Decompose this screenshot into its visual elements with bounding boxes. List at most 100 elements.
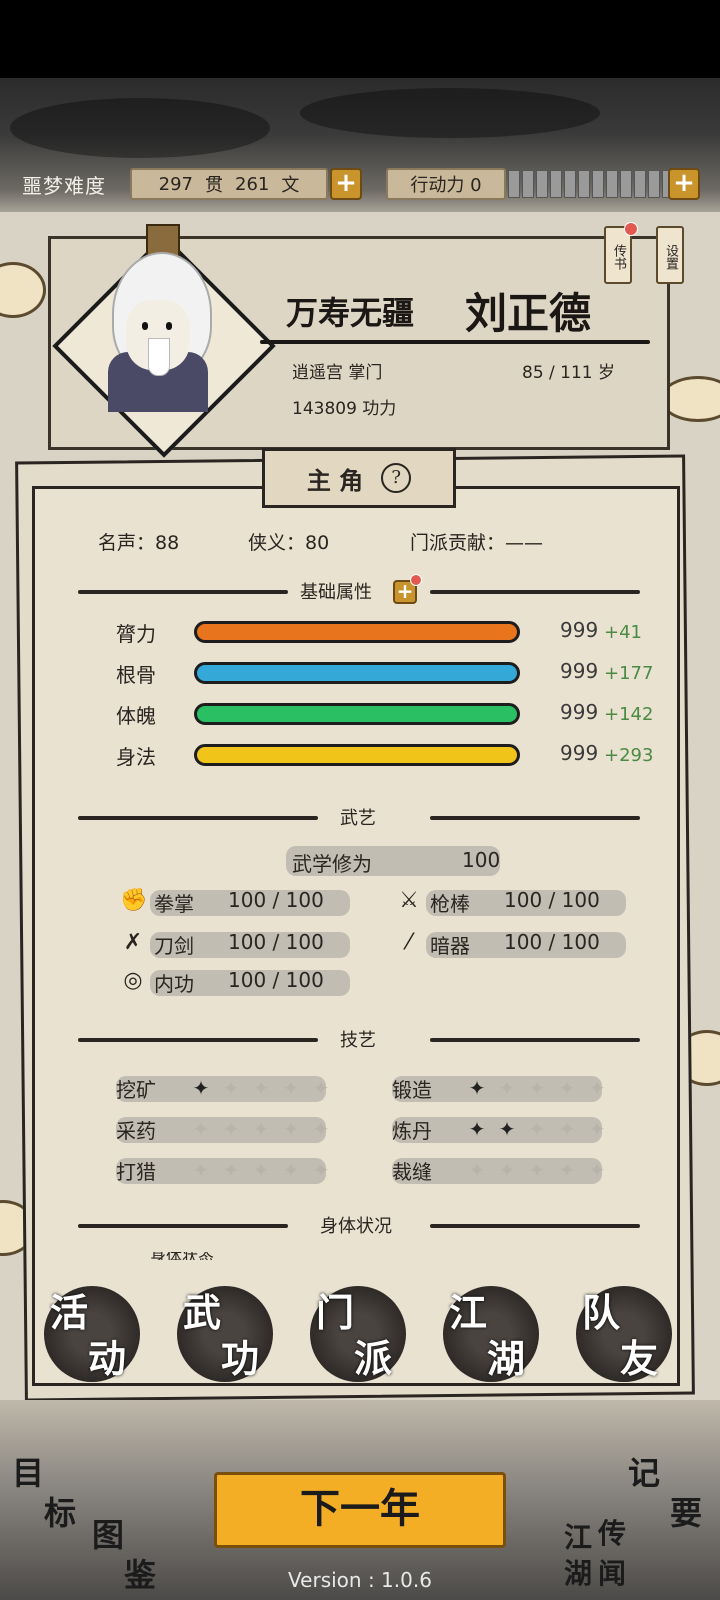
craft-level-icon: ✦ — [312, 1076, 330, 1100]
money-wen-unit: 文 — [281, 175, 300, 196]
craft-level-icon: ✦ — [498, 1076, 516, 1100]
spear-icon: ⚔ — [399, 888, 419, 913]
divider-line — [430, 1224, 640, 1228]
martial-skill-label: 刀剑 — [154, 934, 194, 958]
money-guan-unit: 贯 — [205, 175, 223, 196]
divider-line — [78, 1038, 318, 1042]
character-power: 143809 功力 — [292, 399, 397, 419]
chivalry-stat: 侠义：80 — [248, 532, 330, 554]
martial-skill-value: 100 / 100 — [228, 888, 324, 912]
craft-level-icon: ✦ — [222, 1158, 240, 1182]
divider-line — [78, 590, 288, 594]
settings-tag-button[interactable]: 设置 — [656, 226, 684, 284]
craft-level-icon: ✦ — [192, 1076, 210, 1100]
attribute-value: 999 — [560, 741, 599, 765]
activity-button[interactable]: 活动 — [44, 1286, 140, 1382]
craft-level-icon: ✦ — [588, 1076, 606, 1100]
attribute-bonus: +293 — [604, 745, 654, 766]
action-point-segment — [634, 170, 646, 198]
portrait-beard — [148, 338, 170, 376]
action-point-segment — [564, 170, 576, 198]
action-point-segment — [508, 170, 520, 198]
goals-button[interactable]: 目 标 — [8, 1448, 88, 1558]
character-title: 万寿无疆 — [286, 294, 415, 332]
action-points-bar — [508, 170, 674, 198]
attribute-bar — [194, 703, 520, 725]
attribute-bar — [194, 662, 520, 684]
help-icon[interactable]: ? — [381, 463, 412, 493]
difficulty-label: 噩梦难度 — [22, 174, 106, 198]
action-point-segment — [522, 170, 534, 198]
status-bar — [0, 0, 720, 78]
martial-skill-label: 暗器 — [430, 934, 470, 958]
money-display: 297 贯 261 文 — [130, 168, 328, 200]
add-money-button[interactable]: + — [330, 168, 362, 200]
craft-level-icon: ✦ — [192, 1158, 210, 1182]
swords-icon: ✗ — [123, 930, 143, 955]
craft-level-icon: ✦ — [468, 1076, 486, 1100]
nav-label-bottom: 功 — [221, 1336, 260, 1381]
craft-level-icon: ✦ — [558, 1158, 576, 1182]
action-point-segment — [536, 170, 548, 198]
craft-level-icon: ✦ — [498, 1117, 516, 1141]
martial-skill-label: 内功 — [154, 972, 194, 996]
action-point-segment — [578, 170, 590, 198]
action-point-segment — [620, 170, 632, 198]
craft-level-icon: ✦ — [252, 1158, 270, 1182]
craft-label: 打猎 — [116, 1160, 156, 1184]
fist-icon: ✊ — [120, 888, 148, 913]
martial-skill-value: 100 / 100 — [228, 968, 324, 992]
action-point-segment — [648, 170, 660, 198]
action-point-segment — [606, 170, 618, 198]
craft-level-icon: ✦ — [282, 1117, 300, 1141]
craft-level-icon: ✦ — [282, 1158, 300, 1182]
craft-level: ✦ ✦ ✦ ✦ ✦ — [188, 1159, 334, 1181]
craft-level-icon: ✦ — [468, 1158, 486, 1182]
attribute-bonus: +177 — [604, 663, 654, 684]
action-points-display: 行动力 0 — [386, 168, 506, 200]
nav-label-top: 门 — [316, 1290, 355, 1335]
nav-label-top: 活 — [50, 1290, 89, 1335]
add-action-points-button[interactable]: + — [668, 168, 700, 200]
craft-level-icon: ✦ — [528, 1076, 546, 1100]
divider-line — [78, 816, 318, 820]
body-status-cutoff: 身体状态 — [150, 1252, 214, 1260]
attribute-label: 根骨 — [116, 663, 156, 687]
attribute-value: 999 — [560, 659, 599, 683]
nav-label-bottom: 友 — [620, 1336, 659, 1381]
martial-cultivation-label: 武学修为 — [292, 852, 372, 876]
character-sect: 逍遥宫 掌门 — [292, 363, 383, 383]
jianghu-button[interactable]: 江湖 — [443, 1286, 539, 1382]
nav-label-bottom: 湖 — [487, 1336, 526, 1381]
nav-label-bottom: 动 — [88, 1336, 127, 1381]
sect-contribution-stat: 门派贡献：—— — [410, 532, 544, 554]
character-name: 刘正德 — [465, 289, 592, 338]
version-label: Version : 1.0.6 — [288, 1568, 432, 1592]
next-year-button[interactable]: 下一年 — [214, 1472, 506, 1548]
nav-label-top: 队 — [582, 1290, 621, 1335]
craft-level-icon: ✦ — [312, 1158, 330, 1182]
attribute-bonus: +41 — [604, 622, 642, 643]
character-age: 85 / 111 岁 — [522, 363, 616, 383]
teammates-button[interactable]: 队友 — [576, 1286, 672, 1382]
nav-label-top: 江 — [449, 1290, 488, 1335]
name-underline — [260, 340, 650, 344]
craft-level: ✦ ✦ ✦ ✦ ✦ — [464, 1118, 610, 1140]
martial-skill-label: 枪棒 — [430, 892, 470, 916]
notes-label-top: 记 — [628, 1454, 661, 1492]
martial-skill-value: 100 / 100 — [504, 930, 600, 954]
attribute-bar — [194, 621, 520, 643]
action-point-segment — [592, 170, 604, 198]
sect-button[interactable]: 门派 — [310, 1286, 406, 1382]
attribute-bar — [194, 744, 520, 766]
action-point-segment — [550, 170, 562, 198]
martial-arts-button[interactable]: 武功 — [177, 1286, 273, 1382]
goals-label-top: 目 — [12, 1454, 45, 1492]
attribute-label: 体魄 — [116, 704, 156, 728]
craft-label: 挖矿 — [116, 1078, 156, 1102]
money-guan: 297 — [158, 173, 193, 195]
craft-level: ✦ ✦ ✦ ✦ ✦ — [188, 1077, 334, 1099]
crafts-title: 技艺 — [340, 1030, 376, 1051]
craft-level-icon: ✦ — [468, 1117, 486, 1141]
basic-attributes-title: 基础属性 — [300, 582, 372, 603]
